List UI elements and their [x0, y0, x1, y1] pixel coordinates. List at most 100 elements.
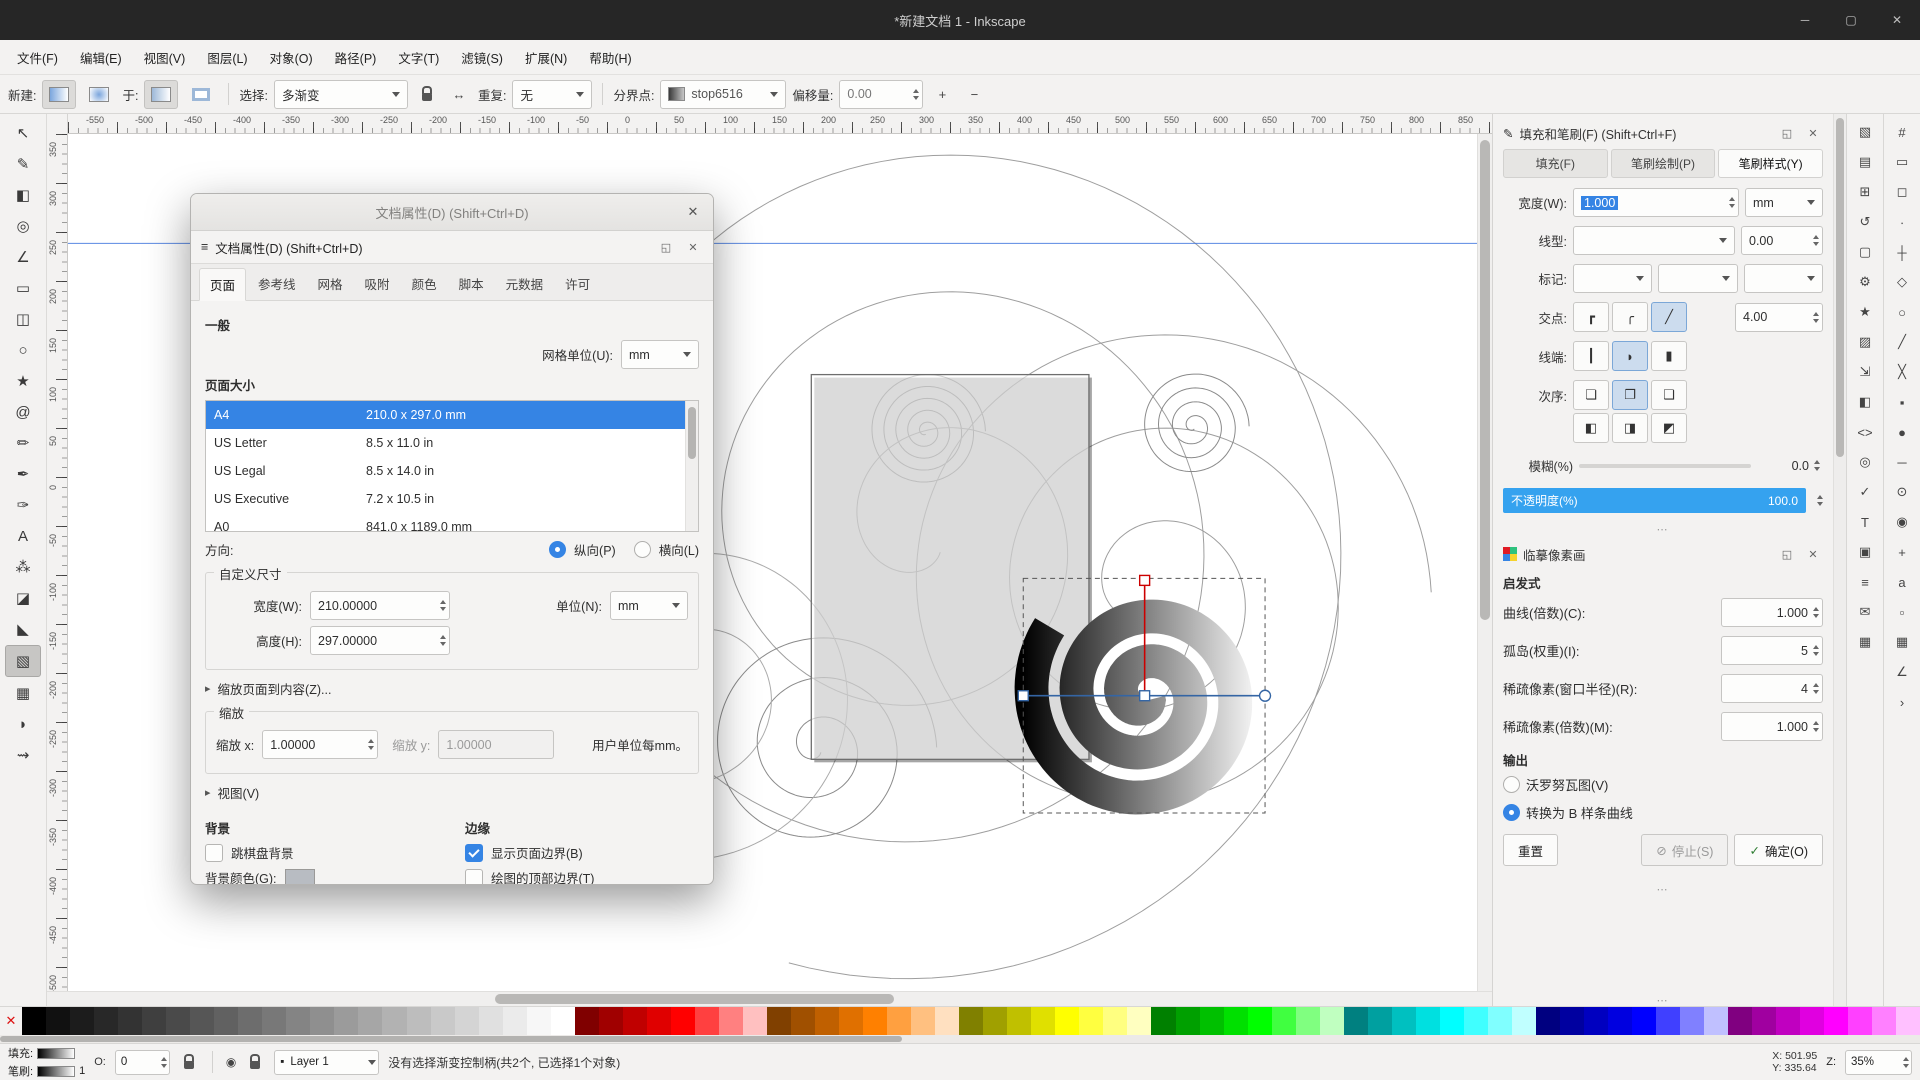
dialog-spellcheck-icon[interactable]: ✓ [1850, 478, 1880, 506]
scale-y-spinner[interactable]: 1.00000 [438, 730, 554, 759]
palette-swatch-71[interactable] [1728, 1007, 1752, 1035]
palette-swatch-57[interactable] [1392, 1007, 1416, 1035]
snap-object-centers-icon[interactable]: ◉ [1887, 508, 1917, 536]
stroke-order-6-button[interactable]: ◩ [1651, 413, 1687, 443]
palette-swatch-58[interactable] [1416, 1007, 1440, 1035]
snap-page-border-icon[interactable]: ▫ [1887, 598, 1917, 626]
blur-spinner[interactable]: 0.0 [1757, 452, 1823, 479]
background-color-swatch[interactable] [285, 869, 315, 885]
snap-bbox-edges-icon[interactable]: ◻ [1887, 178, 1917, 206]
palette-swatch-49[interactable] [1200, 1007, 1224, 1035]
palette-scrollbar[interactable] [0, 1035, 1920, 1043]
measure-tool[interactable]: ∠ [6, 242, 40, 272]
marker-end-combo[interactable] [1744, 264, 1823, 293]
palette-swatch-40[interactable] [983, 1007, 1007, 1035]
fill-color-chip[interactable] [37, 1048, 75, 1059]
palette-swatch-24[interactable] [599, 1007, 623, 1035]
snap-cusp-nodes-icon[interactable]: ▪ [1887, 388, 1917, 416]
dock-resize-handle[interactable]: ⋯ [1493, 994, 1833, 1006]
palette-swatch-7[interactable] [190, 1007, 214, 1035]
palette-swatch-65[interactable] [1584, 1007, 1608, 1035]
panel-float-button[interactable]: ◱ [1777, 123, 1797, 143]
palette-swatch-38[interactable] [935, 1007, 959, 1035]
page-size-us-legal[interactable]: US Legal8.5 x 14.0 in [206, 457, 698, 485]
palette-swatch-20[interactable] [503, 1007, 527, 1035]
layer-lock-button[interactable] [245, 1052, 265, 1072]
dialog-fill-stroke-icon[interactable]: ▧ [1850, 118, 1880, 146]
page-size-us-letter[interactable]: US Letter8.5 x 11.0 in [206, 429, 698, 457]
dialog-float-button[interactable]: ◱ [656, 237, 676, 257]
list-scrollbar[interactable] [685, 401, 698, 531]
palette-swatch-8[interactable] [214, 1007, 238, 1035]
zoom-tool[interactable]: ◎ [6, 211, 40, 241]
palette-swatch-39[interactable] [959, 1007, 983, 1035]
voronoi-option[interactable]: 沃罗努瓦图(V) [1503, 775, 1823, 794]
dialog-tab-license[interactable]: 许可 [555, 268, 600, 300]
ok-button[interactable]: ✓ 确定(O) [1734, 834, 1823, 866]
square-cap-button[interactable]: ▮ [1651, 341, 1687, 371]
add-stop-button[interactable]: + [929, 81, 955, 107]
grid-unit-combo[interactable]: mm [621, 340, 699, 369]
dialog-find-icon[interactable]: ◎ [1850, 448, 1880, 476]
butt-cap-button[interactable]: ┃ [1573, 341, 1609, 371]
maximize-button[interactable]: ▢ [1828, 0, 1874, 40]
palette-swatch-12[interactable] [310, 1007, 334, 1035]
delete-stop-button[interactable]: − [961, 81, 987, 107]
page-size-us-executive[interactable]: US Executive7.2 x 10.5 in [206, 485, 698, 513]
dialog-tab-grids[interactable]: 网格 [308, 268, 353, 300]
round-cap-button[interactable]: ◗ [1612, 341, 1648, 371]
palette-swatch-42[interactable] [1031, 1007, 1055, 1035]
palette-swatch-33[interactable] [815, 1007, 839, 1035]
palette-swatch-22[interactable] [551, 1007, 575, 1035]
palette-swatch-36[interactable] [887, 1007, 911, 1035]
selector-tool[interactable]: ↖ [6, 118, 40, 148]
tab-stroke-style[interactable]: 笔刷样式(Y) [1718, 149, 1823, 178]
checkerboard-option[interactable]: 跳棋盘背景 [205, 843, 439, 862]
spin-arrows[interactable] [1729, 197, 1735, 208]
palette-swatch-30[interactable] [743, 1007, 767, 1035]
box-3d-tool[interactable]: ◫ [6, 304, 40, 334]
resize-to-content-expander[interactable]: ▸ 缩放页面到内容(Z)... [205, 679, 699, 698]
palette-swatch-2[interactable] [70, 1007, 94, 1035]
page-height-spinner[interactable]: 297.00000 [310, 626, 450, 655]
palette-swatch-27[interactable] [671, 1007, 695, 1035]
stroke-order-4-button[interactable]: ◧ [1573, 413, 1609, 443]
snap-path-icon[interactable]: ╱ [1887, 328, 1917, 356]
palette-swatch-68[interactable] [1656, 1007, 1680, 1035]
page-size-a0[interactable]: A0841.0 x 1189.0 mm [206, 513, 698, 532]
spin-arrows[interactable] [1813, 312, 1819, 323]
palette-swatch-56[interactable] [1368, 1007, 1392, 1035]
spin-arrows[interactable] [1813, 235, 1819, 246]
palette-swatch-43[interactable] [1055, 1007, 1079, 1035]
palette-swatch-28[interactable] [695, 1007, 719, 1035]
palette-swatch-53[interactable] [1296, 1007, 1320, 1035]
landscape-radio[interactable] [634, 541, 651, 558]
stroke-color-chip[interactable] [37, 1066, 75, 1077]
vertical-ruler[interactable]: 350300250200150100500-50-100-150-200-250… [47, 134, 68, 991]
dialog-swatches-icon[interactable]: ▨ [1850, 328, 1880, 356]
apply-to-stroke-button[interactable] [184, 80, 218, 109]
spin-arrows[interactable] [161, 1057, 167, 1068]
panel-close-button[interactable]: ✕ [1803, 544, 1823, 564]
palette-swatch-78[interactable] [1896, 1007, 1920, 1035]
palette-swatch-35[interactable] [863, 1007, 887, 1035]
spin-arrows[interactable] [368, 739, 374, 750]
bspline-radio[interactable] [1503, 804, 1520, 821]
dialog-export-icon[interactable]: ⇲ [1850, 358, 1880, 386]
canvas-vscrollbar[interactable] [1477, 134, 1492, 991]
spin-arrows[interactable] [1903, 1057, 1909, 1068]
snap-edge-midpoints-icon[interactable]: ┼ [1887, 238, 1917, 266]
palette-swatch-45[interactable] [1103, 1007, 1127, 1035]
dialog-titlebar[interactable]: 文档属性(D) (Shift+Ctrl+D) ✕ [191, 194, 713, 231]
palette-swatch-44[interactable] [1079, 1007, 1103, 1035]
minimize-button[interactable]: ─ [1782, 0, 1828, 40]
islands-spinner[interactable]: 5 [1721, 636, 1823, 665]
snap-bbox-icon[interactable]: ▭ [1887, 148, 1917, 176]
palette-swatch-55[interactable] [1344, 1007, 1368, 1035]
zoom-spinner[interactable]: 35% [1845, 1050, 1912, 1075]
palette-swatch-61[interactable] [1488, 1007, 1512, 1035]
spin-arrows[interactable] [1814, 460, 1820, 471]
dialog-tab-guides[interactable]: 参考线 [248, 268, 306, 300]
show-border-option[interactable]: 显示页面边界(B) [465, 843, 699, 862]
panel-splitter[interactable]: ⋯ [1493, 883, 1833, 895]
